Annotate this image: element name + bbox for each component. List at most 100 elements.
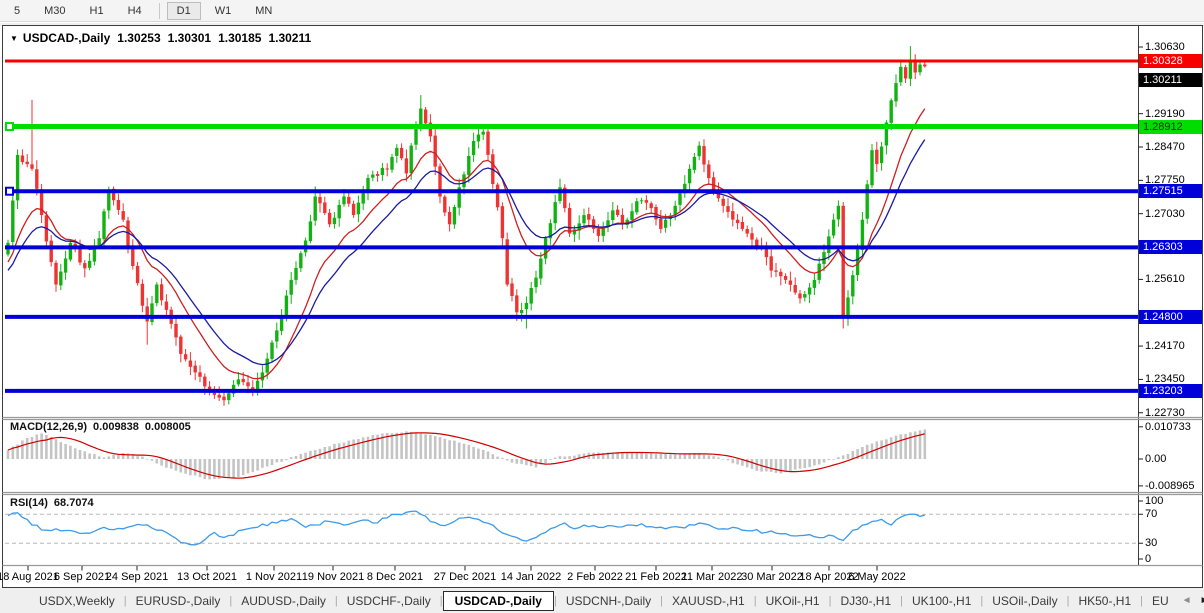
quote-low: 1.30185 — [218, 31, 261, 45]
candle-body — [822, 252, 825, 264]
candle-body — [294, 268, 297, 280]
candle-body — [712, 177, 715, 190]
macd-tick-label: 0.010733 — [1145, 421, 1191, 433]
candle-body — [914, 62, 917, 73]
candle-body — [189, 361, 192, 367]
candle-body — [746, 229, 749, 234]
candle-body — [693, 157, 696, 170]
candle-body — [246, 382, 249, 386]
candle-body — [83, 263, 86, 268]
chart-window: ▼USDCAD-,Daily1.302531.303011.301851.302… — [0, 0, 1204, 613]
candle-body — [237, 379, 240, 384]
candle-body — [510, 284, 513, 297]
rsi-tick-label: 0 — [1145, 553, 1151, 565]
candle-body — [482, 132, 485, 135]
tab-scroll-right-icon[interactable]: ► — [1196, 595, 1204, 606]
price-tick-label: 1.28470 — [1145, 141, 1185, 153]
chart-tab[interactable]: USDCAD-,Daily — [443, 591, 554, 611]
candle-body — [362, 193, 365, 204]
candle-body — [645, 200, 648, 203]
candle-body — [846, 298, 849, 318]
candle-body — [54, 263, 57, 285]
candle-body — [702, 146, 705, 164]
price-tick-label: 1.27030 — [1145, 208, 1185, 220]
candle-body — [290, 280, 293, 295]
date-label: 8 Dec 2021 — [367, 571, 423, 583]
candle-body — [117, 200, 120, 210]
candle-body — [722, 199, 725, 206]
candle-body — [784, 276, 787, 280]
candle-body — [453, 207, 456, 225]
candle-body — [136, 266, 139, 283]
candle-body — [434, 136, 437, 167]
candle-body — [789, 281, 792, 285]
candle-body — [270, 343, 273, 359]
candle-body — [11, 201, 14, 243]
candle-body — [741, 222, 744, 229]
rsi-tick-label: 30 — [1145, 537, 1157, 549]
candle-body — [155, 285, 158, 304]
candle-body — [165, 302, 168, 310]
chart-tab-overflow[interactable]: EU — [1143, 591, 1178, 611]
candle-body — [630, 211, 633, 220]
chart-tab-bar: USDX,Weekly|EURUSD-,Daily|AUDUSD-,Daily|… — [0, 588, 1204, 613]
date-label: 11 Mar 2022 — [682, 571, 743, 583]
candle-body — [371, 175, 374, 178]
chart-tab[interactable]: UKOil-,H1 — [757, 591, 829, 611]
candle-body — [496, 185, 499, 208]
date-label: 13 Oct 2021 — [177, 571, 237, 583]
chart-tab[interactable]: USDX,Weekly — [30, 591, 124, 611]
chart-tab[interactable]: USDCNH-,Daily — [557, 591, 660, 611]
chart-tab[interactable]: USDCHF-,Daily — [338, 591, 440, 611]
chart-tab[interactable]: AUDUSD-,Daily — [232, 591, 335, 611]
date-label: 6 May 2022 — [848, 571, 905, 583]
candle-body — [242, 379, 245, 382]
candle-body — [486, 132, 489, 155]
chart-tab[interactable]: EURUSD-,Daily — [127, 591, 230, 611]
chart-tab[interactable]: DJ30-,H1 — [831, 591, 900, 611]
candle-body — [184, 354, 187, 359]
candle-body — [770, 256, 773, 270]
candle-body — [410, 146, 413, 174]
candle-body — [386, 169, 389, 170]
chart-tab[interactable]: UK100-,H1 — [903, 591, 980, 611]
chart-tab[interactable]: XAUUSD-,H1 — [663, 591, 754, 611]
chart-tab[interactable]: HK50-,H1 — [1069, 591, 1140, 611]
candle-body — [280, 317, 283, 331]
candle-body — [381, 168, 384, 175]
candle-body — [266, 359, 269, 373]
price-chart-canvas[interactable] — [0, 0, 1204, 588]
date-label: 1 Nov 2021 — [246, 571, 302, 583]
candle-body — [203, 377, 206, 387]
candle-body — [894, 83, 897, 101]
candle-body — [832, 220, 835, 236]
macd-main-value: 0.009838 — [93, 421, 139, 433]
candle-body — [678, 193, 681, 205]
candle-body — [813, 280, 816, 288]
price-tick-label: 1.24170 — [1145, 340, 1185, 352]
candle-body — [347, 197, 350, 204]
candle-body — [146, 306, 149, 321]
candle-body — [515, 295, 518, 312]
candle-body — [774, 270, 777, 271]
tab-scroll-left-icon[interactable]: ◄ — [1178, 595, 1196, 606]
chart-tab[interactable]: USOil-,Daily — [983, 591, 1066, 611]
candle-body — [419, 109, 422, 125]
candle-body — [443, 197, 446, 213]
candle-body — [731, 211, 734, 220]
macd-signal-value: 0.008005 — [145, 421, 191, 433]
candle-body — [875, 150, 878, 164]
line-price-label: 1.28912 — [1139, 120, 1202, 134]
candle-body — [102, 211, 105, 239]
candle-body — [837, 206, 840, 220]
candle-body — [794, 285, 797, 293]
line-price-label: 1.24800 — [1139, 310, 1202, 324]
chart-frame-lines — [3, 26, 1203, 588]
candle-body — [890, 100, 893, 123]
macd-name: MACD(12,26,9) — [10, 421, 87, 433]
line-handle[interactable] — [6, 188, 13, 195]
candle-body — [448, 212, 451, 224]
line-handle[interactable] — [6, 123, 13, 130]
candle-body — [318, 197, 321, 203]
chevron-down-icon[interactable]: ▼ — [10, 34, 18, 43]
